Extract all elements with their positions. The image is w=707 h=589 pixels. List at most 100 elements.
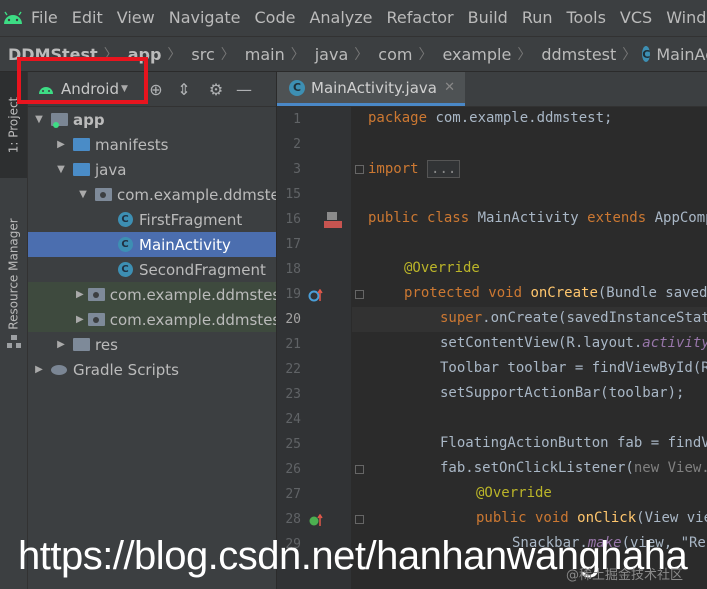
tree-item-firstfragment[interactable]: C FirstFragment [28,207,276,232]
tree-item-package-test[interactable]: ▶ com.example.ddmstest (test) [28,307,276,332]
package-icon [87,287,105,303]
tree-label: SecondFragment [139,260,266,279]
code-token: super [440,310,483,326]
collapse-all-icon[interactable]: ⇕ [170,72,198,106]
tree-item-java[interactable]: ▼ java [28,157,276,182]
class-icon: C [642,46,651,62]
tree-item-manifests[interactable]: ▶ manifests [28,132,276,157]
tree-item-res[interactable]: ▶ res [28,332,276,357]
collapsed-arrow-icon: ▶ [57,339,65,350]
line-number: 22 [285,362,301,377]
folder-icon [72,162,90,178]
code-token: new View.OnClickListener() { [633,460,707,476]
menu-refactor[interactable]: Refactor [380,0,461,36]
menu-file[interactable]: File [24,0,65,36]
crumb-src[interactable]: src [183,45,218,64]
line-number: 26 [285,462,301,477]
gradle-elephant-icon [50,362,68,378]
tree-label: com.example.ddmstest [117,185,276,204]
tree-item-secondfragment[interactable]: C SecondFragment [28,257,276,282]
line-number: 15 [285,187,301,202]
code-line-27: @Override [476,485,707,501]
crumb-ddmstest[interactable]: ddmstest [533,45,620,64]
override-method-icon[interactable] [308,288,324,307]
menu-view[interactable]: View [110,0,162,36]
hide-minus-icon[interactable]: — [230,72,258,106]
line-number: 24 [285,412,301,427]
menu-code[interactable]: Code [248,0,303,36]
menu-build[interactable]: Build [461,0,515,36]
tree-item-gradle-scripts[interactable]: ▶ Gradle Scripts [28,357,276,382]
package-icon [87,312,105,328]
expanded-arrow-icon: ▼ [57,164,65,175]
code-line-3: import ... [368,160,707,178]
menu-vcs[interactable]: VCS [613,0,659,36]
fold-collapse-icon[interactable] [355,465,364,474]
tab-label: MainActivity.java [311,78,437,97]
folded-imports[interactable]: ... [427,160,461,178]
line-number: 23 [285,387,301,402]
line-number: 2 [293,137,301,152]
menu-edit[interactable]: Edit [65,0,110,36]
gear-icon[interactable]: ⚙ [202,72,230,106]
package-icon [94,187,112,203]
chevron-right-icon: 〉 [517,47,532,63]
code-line-18: @Override [404,260,707,276]
tree-label: FirstFragment [139,210,243,229]
menu-navigate[interactable]: Navigate [162,0,248,36]
code-token: fab.setOnClickListener( [440,460,634,476]
fold-expand-icon[interactable] [355,165,364,174]
line-number: 3 [293,162,301,177]
code-line-1: package com.example.ddmstest; [368,110,707,126]
menu-window[interactable]: Window [659,0,707,36]
chevron-right-icon: 〉 [220,47,235,63]
tree-item-mainactivity[interactable]: C MainActivity [28,232,276,257]
tree-item-package[interactable]: ▼ com.example.ddmstest [28,182,276,207]
project-tree: ▼ app ▶ manifests ▼ java ▼ com.example.d… [28,107,276,589]
crumb-example[interactable]: example [434,45,515,64]
code-line-21: setContentView(R.layout.activity_main); [440,335,707,351]
code-token: .onCreate(savedInstanceState); [482,310,707,326]
tab-mainactivity-java[interactable]: C MainActivity.java ✕ [277,72,465,106]
chevron-right-icon: 〉 [290,47,305,63]
code-line-20: super.onCreate(savedInstanceState); [440,310,707,326]
chevron-right-icon: 〉 [354,47,369,63]
structure-icon[interactable] [7,334,21,348]
tree-label: com.example.ddmstest (test) [109,310,276,329]
line-number: 28 [285,512,301,527]
crumb-main[interactable]: main [237,45,289,64]
tree-label: MainActivity [139,235,231,254]
collapsed-arrow-icon: ▶ [35,364,43,375]
code-line-19: protected void onCreate(Bundle savedInst… [404,285,707,301]
menu-bar: File Edit View Navigate Code Analyze Ref… [0,0,707,36]
line-number: 21 [285,337,301,352]
code-token: public void [476,510,578,526]
activity-layout-icon[interactable] [324,211,342,233]
code-line-23: setSupportActionBar(toolbar); [440,385,707,401]
class-icon: C [116,237,134,253]
close-icon[interactable]: ✕ [444,80,455,95]
fold-collapse-icon[interactable] [355,290,364,299]
tree-item-app[interactable]: ▼ app [28,107,276,132]
code-token: setSupportActionBar(toolbar); [440,385,685,401]
code-token: activity_main [642,335,707,351]
fold-collapse-icon[interactable] [355,515,364,524]
menu-analyze[interactable]: Analyze [302,0,379,36]
tree-label: Gradle Scripts [73,360,179,379]
menu-run[interactable]: Run [515,0,560,36]
crumb-java[interactable]: java [307,45,353,64]
tab-resource-manager[interactable]: Resource Manager [0,204,27,344]
code-line-22: Toolbar toolbar = findViewById(R.id.tool… [440,360,707,376]
code-token: Toolbar toolbar = findViewById(R.id.tool… [440,360,707,376]
chevron-right-icon: 〉 [622,47,637,63]
tree-label: app [73,110,105,129]
implements-method-icon[interactable] [308,513,324,532]
collapsed-arrow-icon: ▶ [76,314,84,325]
menu-tools[interactable]: Tools [560,0,613,36]
code-token: AppCompatActivity { [654,210,707,226]
tree-item-package-androidtest[interactable]: ▶ com.example.ddmstest (androidTest) [28,282,276,307]
code-token: (View view) { [636,510,707,526]
crumb-com[interactable]: com [370,45,416,64]
editor-tab-bar: C MainActivity.java ✕ [277,72,707,107]
crumb-mainactivity[interactable]: MainActivity [656,45,707,64]
